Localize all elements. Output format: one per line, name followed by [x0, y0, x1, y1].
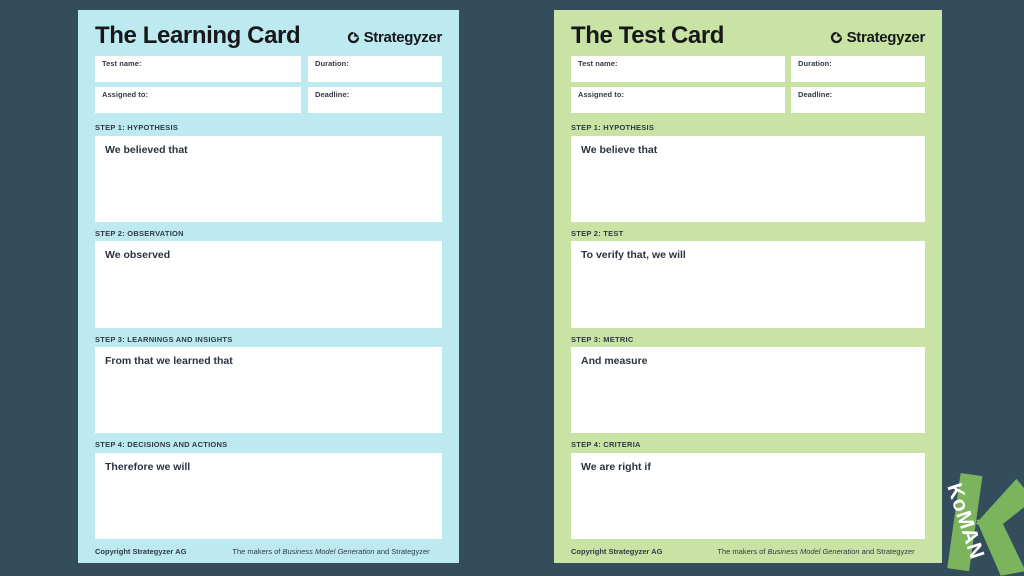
step-2-input[interactable]: We observed [95, 241, 442, 328]
step-2-label: STEP 2: OBSERVATION [95, 228, 184, 238]
assigned-to-field[interactable]: Assigned to: [571, 87, 785, 113]
makers-book-title: Business Model Generation [767, 546, 860, 556]
page-title: The Learning Card [95, 22, 301, 49]
step-4-prompt: Therefore we will [105, 460, 191, 473]
strategyzer-brand: Strategyzer [347, 29, 442, 48]
strategyzer-circle-icon [347, 31, 359, 44]
test-name-field[interactable]: Test name: [95, 56, 301, 82]
step-3-input[interactable]: From that we learned that [95, 347, 442, 434]
step-3: STEP 3: METRIC And measure [571, 334, 925, 434]
koman-watermark: KoMAN [932, 468, 1024, 576]
learning-card-header: The Learning Card Strategyzer [95, 24, 442, 48]
step-1: STEP 1: HYPOTHESIS We believed that [95, 124, 442, 222]
step-4: STEP 4: CRITERIA We are right if [571, 441, 925, 539]
step-4-label: STEP 4: DECISIONS AND ACTIONS [95, 440, 228, 450]
koman-k-logo-icon: KoMAN [942, 473, 1024, 576]
learning-card: The Learning Card Strategyzer Test name:… [78, 10, 459, 563]
step-1-label: STEP 1: HYPOTHESIS [95, 123, 179, 132]
step-1-prompt: We believed that [105, 143, 188, 156]
meta-row-2: Assigned to: Deadline: [571, 87, 925, 113]
step-1: STEP 1: HYPOTHESIS We believe that [571, 124, 925, 222]
copyright-text: Copyright Strategyzer AG [571, 546, 663, 556]
meta-row-1: Test name: Duration: [95, 56, 442, 82]
step-2-prompt: We observed [105, 249, 171, 262]
makers-suffix: and Strategyzer [859, 546, 915, 556]
test-card: The Test Card Strategyzer Test name: Dur… [554, 10, 942, 563]
page-title: The Test Card [571, 22, 725, 49]
step-2: STEP 2: TEST To verify that, we will [571, 230, 925, 328]
learning-card-footer: Copyright Strategyzer AG The makers of B… [95, 539, 442, 563]
duration-label: Duration: [315, 59, 349, 68]
step-4: STEP 4: DECISIONS AND ACTIONS Therefore … [95, 441, 442, 539]
step-4-label: STEP 4: CRITERIA [571, 440, 641, 450]
step-4-input[interactable]: We are right if [571, 452, 925, 539]
test-steps: STEP 1: HYPOTHESIS We believe that STEP … [571, 124, 925, 539]
step-3-label: STEP 3: LEARNINGS AND INSIGHTS [95, 334, 233, 344]
step-1-input[interactable]: We believe that [571, 135, 925, 222]
copyright-text: Copyright Strategyzer AG [95, 546, 187, 556]
deadline-label: Deadline: [315, 90, 350, 99]
step-3: STEP 3: LEARNINGS AND INSIGHTS From that… [95, 334, 442, 434]
step-3-input[interactable]: And measure [571, 347, 925, 434]
test-card-footer: Copyright Strategyzer AG The makers of B… [571, 539, 925, 563]
step-3-prompt: From that we learned that [105, 355, 233, 367]
brand-name: Strategyzer [846, 29, 926, 46]
koman-wordmark: KoMAN [942, 480, 988, 562]
step-1-prompt: We believe that [581, 143, 658, 156]
screen: The Learning Card Strategyzer Test name:… [0, 0, 1024, 576]
test-name-field[interactable]: Test name: [571, 56, 785, 82]
assigned-to-field[interactable]: Assigned to: [95, 87, 301, 113]
meta-row-1: Test name: Duration: [571, 56, 925, 82]
makers-prefix: The makers of [232, 546, 283, 556]
assigned-to-label: Assigned to: [102, 90, 149, 99]
step-2-input[interactable]: To verify that, we will [571, 241, 925, 328]
strategyzer-circle-icon [830, 31, 842, 44]
step-4-input[interactable]: Therefore we will [95, 452, 442, 539]
step-1-input[interactable]: We believed that [95, 135, 442, 222]
test-card-header: The Test Card Strategyzer [571, 24, 925, 48]
deadline-field[interactable]: Deadline: [791, 87, 925, 113]
meta-row-2: Assigned to: Deadline: [95, 87, 442, 113]
makers-suffix: and Strategyzer [374, 546, 430, 556]
makers-text: The makers of Business Model Generation … [232, 547, 429, 556]
makers-prefix: The makers of [717, 546, 768, 556]
duration-label: Duration: [798, 59, 832, 68]
strategyzer-brand: Strategyzer [830, 29, 925, 48]
step-2-label: STEP 2: TEST [571, 228, 624, 238]
duration-field[interactable]: Duration: [791, 56, 925, 82]
learning-steps: STEP 1: HYPOTHESIS We believed that STEP… [95, 124, 442, 539]
step-1-label: STEP 1: HYPOTHESIS [571, 123, 655, 132]
step-2: STEP 2: OBSERVATION We observed [95, 230, 442, 328]
deadline-field[interactable]: Deadline: [308, 87, 442, 113]
step-4-prompt: We are right if [581, 460, 651, 473]
makers-book-title: Business Model Generation [282, 546, 375, 556]
step-3-label: STEP 3: METRIC [571, 334, 634, 344]
deadline-label: Deadline: [798, 90, 833, 99]
makers-text: The makers of Business Model Generation … [717, 547, 914, 556]
test-name-label: Test name: [102, 59, 142, 68]
test-name-label: Test name: [578, 59, 618, 68]
step-3-prompt: And measure [581, 355, 648, 367]
step-2-prompt: To verify that, we will [581, 249, 686, 262]
duration-field[interactable]: Duration: [308, 56, 442, 82]
brand-name: Strategyzer [363, 29, 443, 46]
assigned-to-label: Assigned to: [578, 90, 625, 99]
